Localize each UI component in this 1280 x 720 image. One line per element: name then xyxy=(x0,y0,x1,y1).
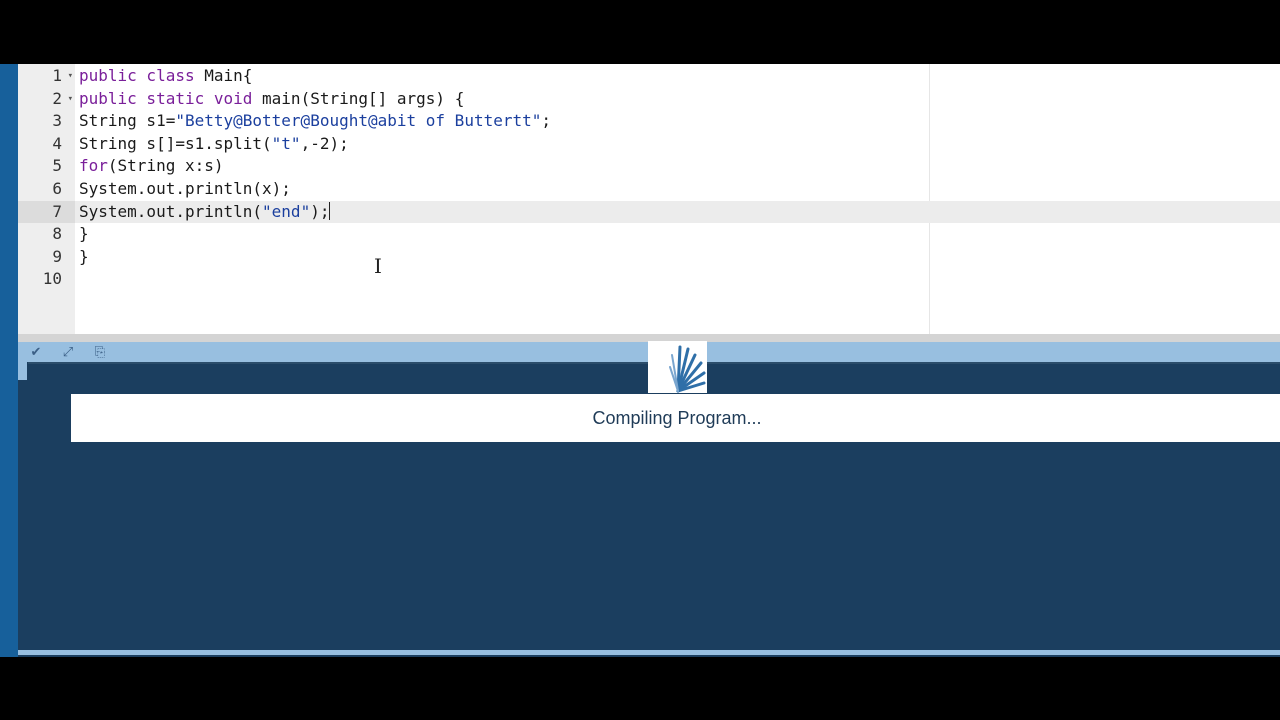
line-number-cell: 9 xyxy=(18,246,75,268)
code-text: public class Main{ xyxy=(79,65,252,87)
line-number-cell: 1 ▾ xyxy=(18,65,75,87)
toolbar-notch xyxy=(18,362,27,380)
line-number: 8 xyxy=(52,224,62,244)
code-line[interactable]: 4 String s[]=s1.split("t",-2); xyxy=(18,133,1280,155)
code-token: "Betty@Botter@Bought@abit of Buttertt" xyxy=(175,111,542,131)
code-token: System.out.println( xyxy=(79,201,263,221)
code-text: System.out.println(x); xyxy=(79,178,291,200)
line-number-cell: 5 xyxy=(18,155,75,177)
line-number: 10 xyxy=(42,269,62,289)
code-token: main(String[] args) { xyxy=(262,88,465,108)
text-caret xyxy=(329,201,331,220)
code-token: String s1= xyxy=(79,111,176,131)
line-number-cell: 10 xyxy=(18,268,75,290)
line-number-cell: 8 xyxy=(18,223,75,245)
code-line[interactable]: 5 for(String x:s) xyxy=(18,155,1280,177)
chevron-down-icon: ✔ xyxy=(30,344,42,359)
line-number: 4 xyxy=(52,133,62,153)
code-line[interactable]: 10 xyxy=(18,268,1280,290)
code-line[interactable]: 2 ▾ public static void main(String[] args)… xyxy=(18,88,1280,110)
expand-arrows-icon: ⤢ xyxy=(62,344,74,359)
line-number: 5 xyxy=(52,156,62,176)
code-line[interactable]: 7 System.out.println("end"); xyxy=(18,200,1280,223)
code-token: ,-2); xyxy=(300,133,349,153)
line-number-cell: 6 xyxy=(18,178,75,200)
copy-output-button[interactable]: ⎘ xyxy=(90,343,110,361)
code-text: for(String x:s) xyxy=(79,155,224,177)
line-number: 2 xyxy=(52,88,62,108)
code-text: String s[]=s1.split("t",-2); xyxy=(79,133,349,155)
line-number-cell: 7 xyxy=(18,200,75,223)
bottom-bar xyxy=(18,650,1280,655)
line-number: 6 xyxy=(52,179,62,198)
spinner-icon xyxy=(669,345,706,393)
code-line[interactable]: 6 System.out.println(x); xyxy=(18,178,1280,200)
code-editor[interactable]: 1 ▾ public class Main{2 ▾ public static void… xyxy=(18,64,1280,334)
ide-frame: 1 ▾ public class Main{2 ▾ public static void… xyxy=(0,64,1280,657)
code-token: "end" xyxy=(262,201,311,221)
code-token: ; xyxy=(541,111,552,131)
code-token: (String x:s) xyxy=(107,156,224,176)
line-number-cell: 4 xyxy=(18,133,75,155)
line-number-cell: 2 ▾ xyxy=(18,88,75,110)
code-token: } xyxy=(79,246,89,266)
text-cursor-icon: I xyxy=(374,254,382,278)
fold-toggle-icon[interactable]: ▾ xyxy=(68,65,73,87)
code-token: System.out.println(x); xyxy=(79,179,291,198)
code-token: for xyxy=(79,156,108,176)
collapse-output-button[interactable]: ✔ xyxy=(26,343,46,361)
compile-status-text: Compiling Program... xyxy=(592,408,762,428)
code-line[interactable]: 9} xyxy=(18,246,1280,268)
copy-icon: ⎘ xyxy=(94,344,106,359)
line-number: 3 xyxy=(52,111,62,131)
code-token: "t" xyxy=(271,133,301,153)
expand-output-button[interactable]: ⤢ xyxy=(58,343,78,361)
line-number: 7 xyxy=(52,201,62,221)
line-number: 9 xyxy=(52,246,62,266)
code-line[interactable]: 8} xyxy=(18,223,1280,245)
code-token: String s[]=s1.split( xyxy=(79,133,272,153)
code-text: } xyxy=(79,223,89,245)
loading-spinner xyxy=(648,341,707,393)
fold-toggle-icon[interactable]: ▾ xyxy=(68,88,73,110)
code-token: ); xyxy=(310,201,330,221)
code-token: public class xyxy=(79,66,205,85)
code-text: } xyxy=(79,246,89,268)
code-line[interactable]: 1 ▾ public class Main{ xyxy=(18,65,1280,87)
compile-status-panel: Compiling Program... xyxy=(71,394,1280,442)
line-number-cell: 3 xyxy=(18,110,75,132)
code-text: public static void main(String[] args) { xyxy=(79,88,464,110)
code-text: String s1="Betty@Botter@Bought@abit of B… xyxy=(79,110,551,132)
code-text: System.out.println("end"); xyxy=(79,201,331,223)
code-token: } xyxy=(79,224,89,244)
code-token: public static void xyxy=(79,88,263,108)
code-token: Main{ xyxy=(204,66,253,85)
code-line[interactable]: 3 String s1="Betty@Botter@Bought@abit of … xyxy=(18,110,1280,132)
line-number: 1 xyxy=(52,66,62,85)
left-strip xyxy=(0,64,18,657)
